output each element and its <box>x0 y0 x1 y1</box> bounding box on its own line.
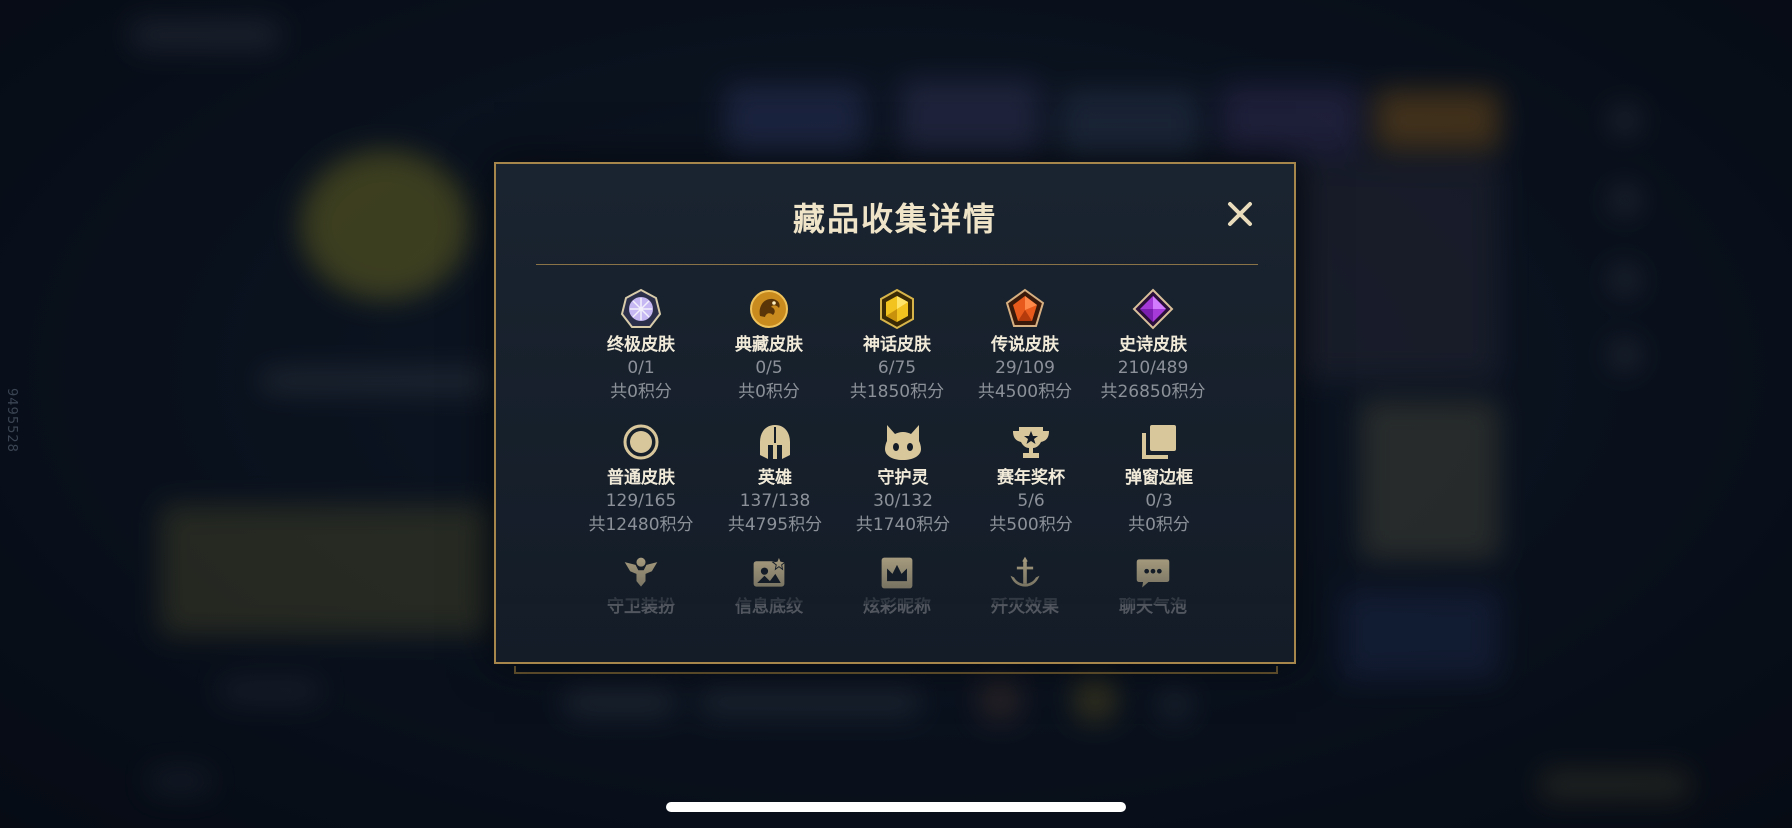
item-points: 共4795积分 <box>727 515 823 535</box>
item-points: 共12480积分 <box>588 515 694 535</box>
item-count: 0/3 <box>1145 491 1173 511</box>
collection-item-season-trophy[interactable]: 赛年奖杯 5/6 共500积分 <box>969 421 1093 537</box>
item-label: 传说皮肤 <box>991 335 1059 355</box>
profile-background-icon <box>753 555 787 587</box>
item-label: 聊天气泡 <box>1119 597 1187 617</box>
dialog-title: 藏品收集详情 <box>792 200 997 238</box>
item-label: 守卫装扮 <box>607 597 675 617</box>
dialog-bottom-trim <box>514 666 1278 674</box>
ultimate-skin-gem-icon <box>620 288 662 328</box>
item-points: 共1850积分 <box>849 382 945 402</box>
home-indicator[interactable] <box>666 802 1126 812</box>
ward-skin-icon <box>624 557 658 587</box>
collection-item-popup-frame[interactable]: 弹窗边框 0/3 共0积分 <box>1097 421 1221 537</box>
item-points: 共1740积分 <box>855 515 951 535</box>
collection-item-epic-skin[interactable]: 史诗皮肤 210/489 共26850积分 <box>1091 288 1215 404</box>
epic-skin-gem-icon <box>1132 288 1174 330</box>
collection-item-legendary-skin[interactable]: 传说皮肤 29/109 共4500积分 <box>963 288 1087 404</box>
item-points: 共0积分 <box>610 382 672 402</box>
collection-item-little-legend[interactable]: 守护灵 30/132 共1740积分 <box>841 421 965 537</box>
item-label: 弹窗边框 <box>1125 468 1193 488</box>
item-count: 0/5 <box>755 358 783 378</box>
close-icon[interactable] <box>1224 198 1256 230</box>
legendary-skin-gem-icon <box>1005 288 1045 327</box>
item-points: 共4500积分 <box>977 382 1073 402</box>
item-label: 赛年奖杯 <box>997 468 1065 488</box>
item-label: 英雄 <box>758 468 792 488</box>
chat-bubble-icon <box>1136 559 1170 588</box>
collection-item-nickname[interactable]: 炫彩昵称 <box>835 554 959 618</box>
mythic-skin-gem-icon <box>880 288 914 330</box>
item-label: 歼灭效果 <box>991 597 1059 617</box>
watermark-id: 9495528 <box>4 388 19 453</box>
classic-skin-circle-icon <box>623 424 659 460</box>
collection-item-chat-bubble[interactable]: 聊天气泡 <box>1091 554 1215 618</box>
collection-item-ultimate-skin[interactable]: 终极皮肤 0/1 共0积分 <box>579 288 703 404</box>
item-count: 0/1 <box>627 358 655 378</box>
collection-item-mythic-skin[interactable]: 神话皮肤 6/75 共1850积分 <box>835 288 959 404</box>
nickname-crown-icon <box>881 557 913 589</box>
close-button[interactable] <box>1224 198 1256 230</box>
item-label: 典藏皮肤 <box>735 335 803 355</box>
collection-item-ward-skin[interactable]: 守卫装扮 <box>579 554 703 618</box>
popup-frame-icon <box>1142 425 1176 459</box>
finisher-effect-icon <box>1010 556 1040 587</box>
item-label: 炫彩昵称 <box>863 597 931 617</box>
collection-item-finisher-effect[interactable]: 歼灭效果 <box>963 554 1087 618</box>
item-points: 共26850积分 <box>1100 382 1206 402</box>
item-count: 30/132 <box>873 491 933 511</box>
collection-item-classic-skin[interactable]: 普通皮肤 129/165 共12480积分 <box>579 421 703 537</box>
item-count: 137/138 <box>739 491 811 511</box>
item-points: 共0积分 <box>1128 515 1190 535</box>
collection-item-profile-background[interactable]: 信息底纹 <box>707 554 831 618</box>
item-count: 29/109 <box>995 358 1055 378</box>
item-points: 共0积分 <box>738 382 800 402</box>
champion-helmet-icon <box>760 425 790 459</box>
screen: 9495528 藏品收集详情 终极皮肤 0/1 共0积分 典藏皮肤 0/5 共0… <box>0 0 1792 828</box>
item-label: 终极皮肤 <box>607 335 675 355</box>
item-label: 普通皮肤 <box>607 468 675 488</box>
item-count: 210/489 <box>1117 358 1189 378</box>
item-label: 神话皮肤 <box>863 335 931 355</box>
trophy-icon <box>1013 427 1049 458</box>
item-label: 守护灵 <box>877 468 929 488</box>
collection-item-prestige-skin[interactable]: 典藏皮肤 0/5 共0积分 <box>707 288 831 404</box>
item-count: 5/6 <box>1017 491 1045 511</box>
item-label: 史诗皮肤 <box>1119 335 1187 355</box>
item-count: 6/75 <box>877 358 917 378</box>
item-points: 共500积分 <box>989 515 1073 535</box>
item-label: 信息底纹 <box>735 597 803 617</box>
collection-details-dialog: 藏品收集详情 终极皮肤 0/1 共0积分 典藏皮肤 0/5 共0积分 神话皮肤 … <box>494 162 1296 664</box>
item-count: 129/165 <box>605 491 677 511</box>
prestige-skin-dragon-icon <box>750 290 788 328</box>
title-divider <box>536 264 1258 265</box>
collection-item-champion[interactable]: 英雄 137/138 共4795积分 <box>713 421 837 537</box>
little-legend-icon <box>885 425 921 460</box>
